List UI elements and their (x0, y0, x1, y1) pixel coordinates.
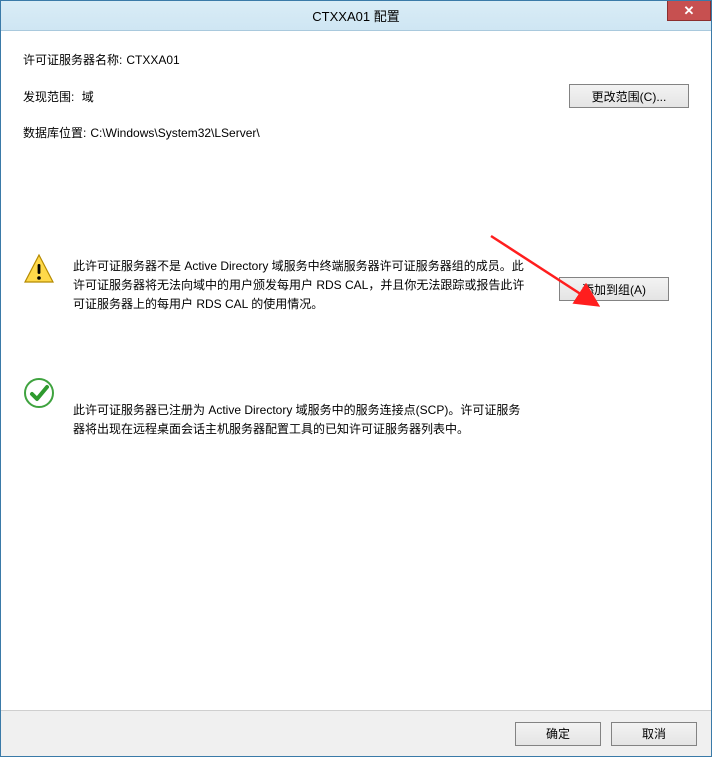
add-to-group-button[interactable]: 添加到组(A) (559, 277, 669, 301)
window-title: CTXXA01 配置 (312, 6, 399, 25)
titlebar: CTXXA01 配置 ✕ (1, 1, 711, 31)
ok-label: 确定 (546, 725, 570, 742)
change-scope-label: 更改范围(C)... (592, 88, 667, 105)
cancel-button[interactable]: 取消 (611, 722, 697, 746)
success-icon (23, 377, 55, 409)
db-location-value: C:\Windows\System32\LServer\ (90, 126, 259, 140)
success-text: 此许可证服务器已注册为 Active Directory 域服务中的服务连接点(… (73, 401, 541, 439)
success-action-spacer (559, 375, 689, 401)
warning-icon (23, 253, 55, 285)
content-area: 许可证服务器名称: CTXXA01 发现范围: 域 更改范围(C)... 数据库… (1, 31, 711, 710)
config-dialog: CTXXA01 配置 ✕ 许可证服务器名称: CTXXA01 发现范围: 域 更… (0, 0, 712, 757)
change-scope-button[interactable]: 更改范围(C)... (569, 84, 689, 108)
close-icon: ✕ (684, 3, 695, 19)
close-button[interactable]: ✕ (667, 1, 711, 21)
scope-value: 域 (82, 90, 94, 104)
warning-action: 添加到组(A) (559, 251, 689, 301)
db-location-label: 数据库位置: (23, 124, 86, 141)
scope-label: 发现范围: (23, 90, 74, 104)
success-section: 此许可证服务器已注册为 Active Directory 域服务中的服务连接点(… (23, 375, 689, 439)
db-location-row: 数据库位置: C:\Windows\System32\LServer\ (23, 124, 689, 141)
server-name-label: 许可证服务器名称: (23, 51, 122, 68)
warning-section: 此许可证服务器不是 Active Directory 域服务中终端服务器许可证服… (23, 251, 689, 315)
server-name-value: CTXXA01 (126, 53, 179, 67)
warning-text: 此许可证服务器不是 Active Directory 域服务中终端服务器许可证服… (73, 257, 541, 315)
ok-button[interactable]: 确定 (515, 722, 601, 746)
server-name-row: 许可证服务器名称: CTXXA01 (23, 51, 689, 68)
scope-row: 发现范围: 域 更改范围(C)... (23, 84, 689, 108)
dialog-footer: 确定 取消 (1, 710, 711, 756)
add-to-group-label: 添加到组(A) (582, 281, 646, 298)
cancel-label: 取消 (642, 725, 666, 742)
